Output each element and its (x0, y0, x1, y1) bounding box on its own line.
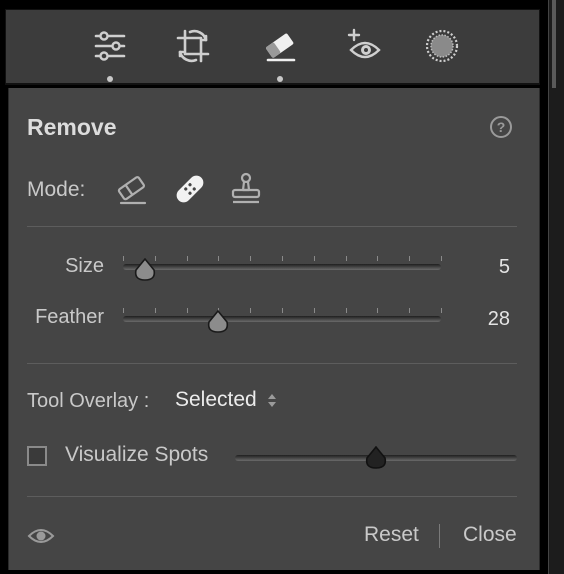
footer-divider (439, 524, 440, 548)
slider-tick (282, 256, 283, 261)
slider-tick (345, 256, 347, 261)
sliders-icon (94, 31, 126, 61)
tool-masking[interactable] (420, 28, 464, 72)
divider (27, 363, 517, 364)
tool-remove[interactable] (258, 28, 302, 82)
tool-strip (5, 9, 540, 85)
toggle-preview-eye-icon[interactable] (27, 524, 55, 548)
help-icon[interactable]: ? (490, 116, 512, 138)
size-slider-thumb[interactable] (134, 257, 156, 282)
divider (27, 226, 517, 227)
slider-tick (441, 256, 442, 261)
size-value[interactable]: 5 (470, 256, 510, 279)
slider-tick (282, 308, 283, 313)
slider-tick (409, 308, 411, 313)
reset-button[interactable]: Reset (364, 523, 419, 547)
tool-overlay-label: Tool Overlay : (27, 390, 150, 412)
slider-tick (186, 256, 188, 261)
size-label: Size (65, 255, 104, 277)
divider (27, 496, 517, 497)
slider-tick (441, 308, 442, 313)
crop-rotate-icon (176, 29, 210, 63)
tool-edit[interactable] (88, 28, 132, 82)
feather-label: Feather (35, 306, 104, 328)
updown-arrows-icon (267, 390, 277, 410)
slider-tick (250, 308, 252, 313)
eraser-icon (266, 33, 296, 62)
panel-title: Remove (27, 114, 117, 140)
feather-value[interactable]: 28 (470, 308, 510, 331)
red-eye-icon (347, 28, 381, 59)
active-tool-dot (107, 76, 113, 82)
bandage-icon (176, 175, 204, 203)
visualize-spots-slider-thumb[interactable] (365, 445, 387, 470)
close-button[interactable]: Close (463, 523, 517, 547)
slider-tick (250, 256, 252, 261)
slider-tick (313, 256, 315, 261)
mode-content-aware-remove-button[interactable] (113, 170, 151, 208)
tool-overlay-select[interactable]: Selected (175, 388, 277, 412)
tool-overlay-value: Selected (175, 388, 257, 411)
remove-panel: Remove ? Mode: Size 5 Feather 28 Tool Ov… (8, 88, 540, 570)
mode-heal-button[interactable] (171, 170, 209, 208)
size-slider-track[interactable] (123, 264, 441, 270)
mode-label: Mode: (27, 178, 86, 201)
slider-tick (313, 308, 315, 313)
slider-tick (123, 308, 124, 313)
tool-crop[interactable] (171, 28, 215, 72)
slider-tick (345, 308, 347, 313)
tool-red-eye[interactable] (343, 28, 387, 72)
stamp-icon (231, 172, 261, 204)
feather-slider-thumb[interactable] (207, 309, 229, 334)
right-scroll-rail[interactable] (548, 0, 564, 574)
feather-slider-track[interactable] (123, 316, 441, 322)
visualize-spots-checkbox[interactable] (27, 446, 47, 466)
masking-icon (425, 29, 459, 63)
visualize-spots-label[interactable]: Visualize Spots (65, 443, 208, 467)
slider-tick (377, 308, 379, 313)
scroll-thumb[interactable] (552, 0, 556, 88)
active-tool-dot (277, 76, 283, 82)
mode-clone-button[interactable] (227, 170, 265, 208)
slider-tick (377, 256, 379, 261)
slider-tick (409, 256, 411, 261)
eraser-icon (117, 176, 147, 205)
slider-tick (218, 256, 220, 261)
slider-tick (186, 308, 188, 313)
slider-tick (154, 308, 156, 313)
slider-tick (123, 256, 124, 261)
